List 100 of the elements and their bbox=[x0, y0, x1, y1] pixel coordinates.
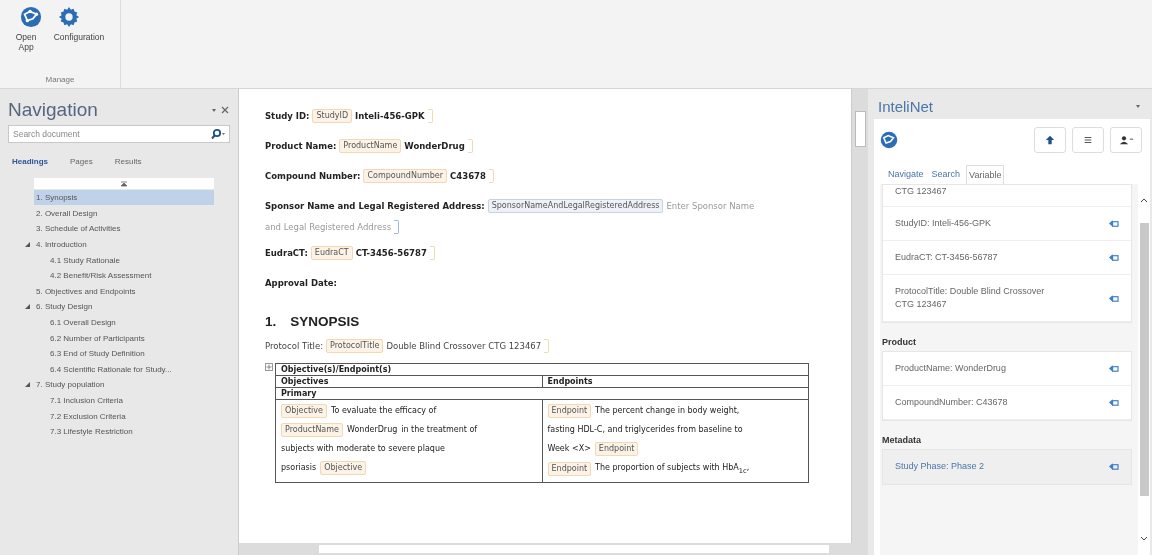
content-control-tag[interactable]: Endpoint bbox=[594, 441, 639, 456]
cell-text: psoriasis bbox=[281, 462, 317, 474]
open-app-button[interactable]: Open App bbox=[13, 4, 48, 52]
user-button[interactable] bbox=[1110, 127, 1142, 153]
panel-tab[interactable]: Variable bbox=[966, 165, 1005, 184]
cell-text: subjects with moderate to severe plaque bbox=[281, 443, 445, 455]
content-control-tag[interactable]: Endpoint bbox=[547, 462, 592, 477]
variable-item[interactable]: EudraCT: CT-3456-56787 bbox=[883, 241, 1131, 275]
section-title: Metadata bbox=[882, 435, 922, 445]
content-control-tag[interactable]: StudyID bbox=[312, 109, 353, 123]
content-control-tag[interactable]: ProductName bbox=[339, 139, 402, 153]
pane-title: Navigation bbox=[8, 99, 98, 121]
scroll-up-icon[interactable] bbox=[1140, 198, 1148, 203]
upload-icon bbox=[1045, 135, 1055, 145]
heading-item[interactable]: 7. Study population bbox=[34, 379, 107, 391]
gear-icon bbox=[57, 6, 80, 28]
insert-icon bbox=[1108, 364, 1119, 373]
globe-icon bbox=[19, 6, 42, 28]
heading-item[interactable]: 6. Study Design bbox=[34, 301, 95, 313]
tag-end-marker bbox=[544, 339, 550, 353]
content-control-tag[interactable]: Endpoint bbox=[547, 403, 592, 418]
variable-item[interactable]: ProductName: WonderDrug bbox=[883, 352, 1131, 386]
field-value[interactable]: Inteli-456-GPK bbox=[355, 105, 425, 127]
search-icon bbox=[210, 128, 226, 140]
insert-icon bbox=[1108, 462, 1119, 471]
tag-end-marker bbox=[467, 139, 473, 153]
search-field[interactable]: Search document bbox=[8, 125, 230, 143]
horizontal-scrollbar[interactable] bbox=[239, 543, 868, 555]
field-value[interactable]: CT-3456-56787 bbox=[355, 242, 427, 264]
user-icon bbox=[1118, 135, 1134, 145]
heading-item[interactable]: 5. Objectives and Endpoints bbox=[34, 285, 138, 297]
section-heading: 1. SYNOPSIS bbox=[265, 314, 361, 329]
heading-item[interactable]: 3. Schedule of Activities bbox=[34, 223, 123, 235]
field-label: EudraCT: bbox=[265, 247, 308, 260]
field-label: Approval Date: bbox=[265, 277, 337, 290]
heading-item[interactable]: 6.3 End of Study Definition bbox=[48, 348, 147, 360]
field-value[interactable]: WonderDrug bbox=[347, 420, 398, 439]
pane-controls-icon[interactable] bbox=[210, 106, 230, 114]
expander-icon[interactable] bbox=[25, 304, 30, 310]
content-control-tag[interactable]: CompoundNumber bbox=[363, 169, 448, 183]
insert-icon bbox=[1108, 219, 1119, 228]
globe-icon bbox=[880, 131, 898, 149]
heading-item[interactable]: 2. Overall Design bbox=[34, 207, 100, 219]
variable-item[interactable]: CTG 123467 bbox=[883, 185, 1131, 207]
section-title: Product bbox=[882, 337, 917, 347]
menu-icon bbox=[1083, 135, 1093, 145]
heading-item[interactable]: 4.2 Benefit/Risk Assessment bbox=[48, 270, 154, 282]
heading-item[interactable]: 6.1 Overall Design bbox=[48, 317, 118, 329]
field-value[interactable]: Double Blind Crossover CTG 123467 bbox=[386, 335, 542, 357]
table-move-handle-icon[interactable] bbox=[265, 363, 273, 371]
content-control-tag[interactable]: Objective bbox=[320, 460, 367, 475]
variable-item[interactable]: CompoundNumber: C43678 bbox=[883, 386, 1131, 420]
tag-end-marker bbox=[429, 246, 435, 260]
variable-item[interactable]: Study Phase: Phase 2 bbox=[883, 450, 1131, 484]
nav-tab[interactable]: Pages bbox=[70, 157, 93, 166]
heading-item[interactable]: 7.2 Exclusion Criteria bbox=[48, 410, 128, 422]
variable-item[interactable]: StudyID: Inteli-456-GPK bbox=[883, 207, 1131, 241]
content-control-tag[interactable]: ProductName bbox=[281, 422, 343, 437]
panel-tab[interactable]: Search bbox=[929, 165, 963, 184]
cell-text: fasting HDL-C, and triglycerides from baseline to bbox=[547, 424, 743, 436]
cell-text: Week <X> bbox=[547, 443, 591, 455]
field-label: Protocol Title: bbox=[265, 340, 324, 353]
group-label: Manage bbox=[45, 75, 75, 84]
tag-end-marker bbox=[427, 109, 433, 123]
scroll-down-icon[interactable] bbox=[1140, 536, 1148, 541]
cell-text: in the treatment of bbox=[401, 424, 478, 436]
field-label: Compound Number: bbox=[265, 170, 361, 183]
nav-tab[interactable]: Results bbox=[114, 157, 142, 166]
expander-icon[interactable] bbox=[25, 242, 30, 248]
heading-item[interactable]: 7.3 Lifestyle Restriction bbox=[48, 426, 135, 438]
field-label: Sponsor Name and Legal Registered Address: bbox=[265, 200, 485, 213]
content-control-tag[interactable]: SponsorNameAndLegalRegisteredAddress bbox=[487, 199, 664, 213]
heading-item[interactable]: 7.1 Inclusion Criteria bbox=[48, 395, 125, 406]
table-cell: Primary bbox=[275, 387, 809, 400]
heading-item[interactable]: 6.2 Number of Participants bbox=[48, 332, 147, 344]
heading-item[interactable]: 4.1 Study Rationale bbox=[48, 254, 122, 266]
heading-item[interactable]: 4. Introduction bbox=[34, 239, 89, 251]
table-header: Endpoints bbox=[542, 375, 809, 388]
field-label: Study ID: bbox=[265, 110, 310, 123]
insert-icon bbox=[1108, 398, 1119, 407]
content-control-tag[interactable]: Objective bbox=[281, 403, 327, 418]
field-value[interactable]: C43678 bbox=[450, 165, 486, 187]
variable-item[interactable]: ProtocolTitle: Double Blind Crossover CTG 123467 bbox=[883, 275, 1131, 322]
table-header: Objectives bbox=[275, 375, 542, 388]
panel-tab[interactable]: Navigate bbox=[886, 165, 926, 184]
field-label: Product Name: bbox=[265, 140, 337, 153]
heading-item[interactable]: 6.4 Scientific Rationale for Study... bbox=[48, 363, 174, 375]
content-control-tag[interactable]: ProtocolTitle bbox=[326, 339, 384, 353]
pane-title: InteliNet bbox=[878, 97, 934, 115]
nav-tab[interactable]: Headings bbox=[12, 157, 48, 166]
collapse-icon bbox=[120, 180, 128, 187]
cell-text: To evaluate the efficacy of bbox=[330, 405, 437, 417]
configuration-button[interactable]: Configuration bbox=[51, 4, 107, 52]
content-control-tag[interactable]: EudraCT bbox=[310, 246, 353, 260]
table-cell: Objective(s)/Endpoint(s) bbox=[275, 363, 809, 376]
upload-button[interactable] bbox=[1034, 127, 1066, 153]
heading-item[interactable]: 1. Synopsis bbox=[34, 190, 214, 206]
vertical-scrollbar[interactable] bbox=[851, 89, 868, 543]
expander-icon[interactable] bbox=[25, 382, 30, 388]
field-value[interactable]: WonderDrug bbox=[404, 135, 465, 157]
